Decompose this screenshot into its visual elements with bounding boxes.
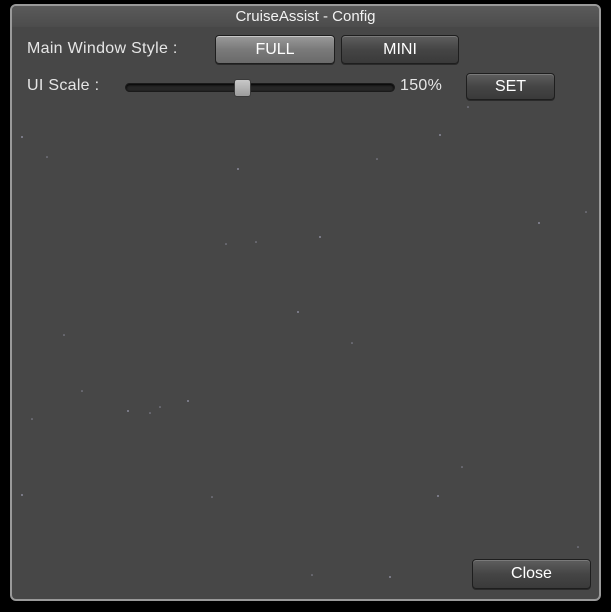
set-scale-button[interactable]: SET [466,73,555,100]
mini-style-button[interactable]: MINI [341,35,459,64]
ui-scale-label: UI Scale : [27,77,100,94]
config-window: CruiseAssist - Config Main Window Style … [10,4,601,601]
starfield-background [21,86,589,584]
main-window-style-label: Main Window Style : [27,40,178,57]
window-title[interactable]: CruiseAssist - Config [12,6,599,27]
ui-scale-slider-thumb[interactable] [234,79,251,97]
ui-scale-value: 150% [400,77,443,94]
ui-scale-slider-track[interactable] [125,83,395,92]
full-style-button[interactable]: FULL [215,35,335,64]
close-button[interactable]: Close [472,559,591,589]
